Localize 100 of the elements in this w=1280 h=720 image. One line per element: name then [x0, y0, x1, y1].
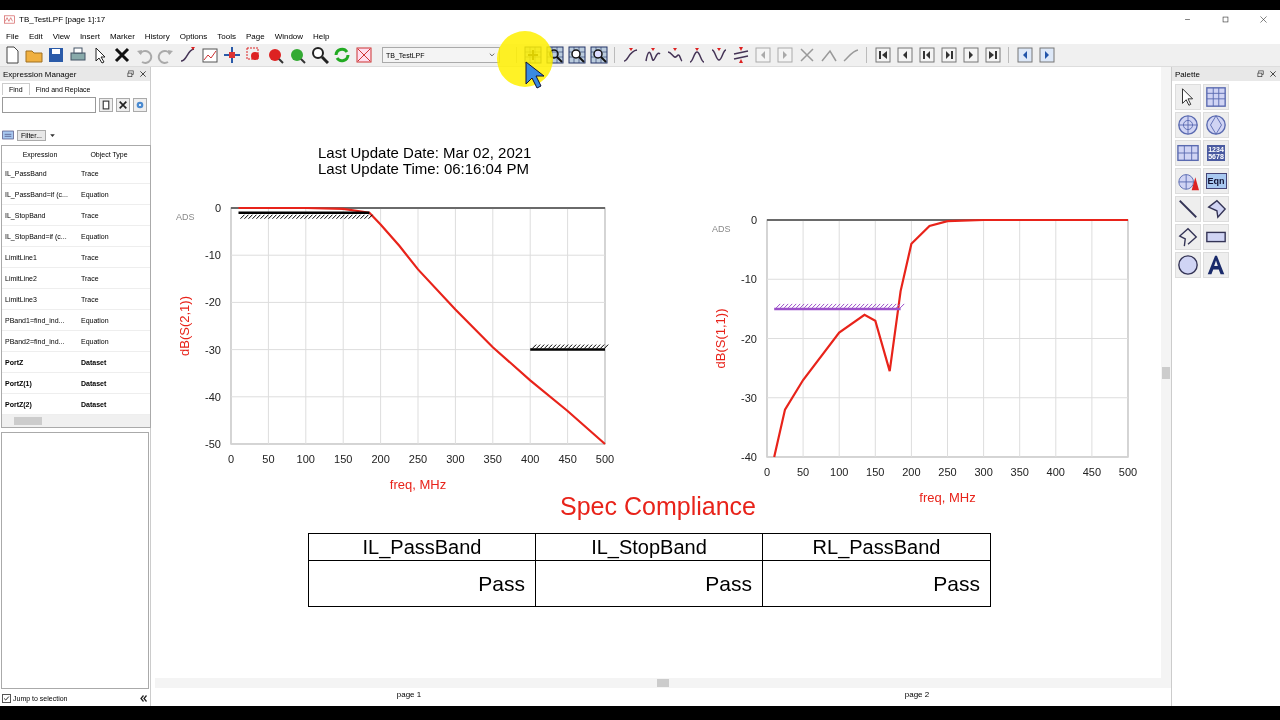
palette-item[interactable]	[1175, 224, 1201, 250]
corner-label: ADS	[712, 224, 731, 234]
close-button[interactable]	[1269, 70, 1277, 78]
menu-item[interactable]: Edit	[24, 31, 49, 41]
step-forward-button[interactable]	[939, 45, 958, 65]
clear-button[interactable]	[116, 98, 130, 112]
plot-marker-button[interactable]	[200, 45, 219, 65]
page-tab[interactable]: page 2	[904, 690, 930, 699]
close-button[interactable]	[139, 70, 147, 78]
tick-label: 0	[763, 466, 771, 478]
cancel-box-icon	[354, 46, 373, 64]
close-icon	[139, 70, 147, 78]
page-tab[interactable]: page 1	[396, 690, 422, 699]
tick-label: 150	[866, 466, 885, 478]
menu-item[interactable]: Insert	[75, 31, 106, 41]
checkmark-icon	[3, 695, 10, 702]
menu-item[interactable]: Page	[241, 31, 271, 41]
checkbox[interactable]	[2, 694, 11, 703]
tick-label: 50	[262, 453, 275, 465]
trace-x-icon	[797, 46, 816, 64]
table-header-cell: IL_StopBand	[536, 534, 763, 561]
menu-item[interactable]: History	[140, 31, 176, 41]
delete-icon	[112, 46, 131, 64]
app-logo-icon	[4, 13, 15, 25]
grid-zoom-search-button[interactable]	[589, 45, 608, 65]
axis-title: freq, MHz	[919, 490, 976, 505]
palette-item[interactable]: Eqn	[1203, 168, 1229, 194]
menu-item[interactable]: View	[48, 31, 76, 41]
equation-icon[interactable]	[2, 129, 14, 141]
spec-title: Spec Compliance	[560, 492, 756, 520]
smith-chart-icon	[1205, 114, 1227, 136]
peak-marker-icon	[621, 46, 640, 64]
palette-item[interactable]	[1175, 252, 1201, 278]
tick-label: 400	[1046, 466, 1065, 478]
menu-item[interactable]: Help	[309, 31, 336, 41]
save-button[interactable]	[46, 45, 65, 65]
min-marker-icon	[709, 46, 728, 64]
list-table-icon	[1177, 142, 1199, 164]
mouse-pointer-icon	[524, 60, 544, 90]
tick-label: 100	[296, 453, 315, 465]
search-button[interactable]	[310, 45, 329, 65]
menu-item[interactable]: Tools	[213, 31, 242, 41]
palette-item[interactable]	[1203, 196, 1229, 222]
float-button[interactable]	[127, 70, 135, 78]
wave-marker-icon	[643, 46, 662, 64]
document-icon	[101, 100, 111, 110]
delta-marker-button[interactable]	[731, 45, 750, 65]
collapse-button[interactable]	[139, 694, 148, 703]
plot-marker-icon	[200, 46, 219, 64]
table-cell: Pass	[309, 561, 536, 606]
tick-label: 0	[214, 202, 221, 214]
palette-item[interactable]	[1203, 224, 1229, 250]
axis-title: dB(S(1,1))	[713, 308, 728, 369]
cancel-box-button[interactable]	[354, 45, 373, 65]
menu-item[interactable]: Marker	[105, 31, 141, 41]
float-icon	[127, 70, 135, 78]
tick-label: -10	[205, 249, 221, 262]
palette-item[interactable]	[1175, 84, 1201, 110]
polygon-icon	[1205, 198, 1227, 220]
zoom-out-icon	[288, 46, 307, 64]
delete-button[interactable]	[112, 45, 131, 65]
menu-item[interactable]: Options	[175, 31, 214, 41]
delta-marker-icon	[731, 46, 750, 64]
valley-marker-icon	[665, 46, 684, 64]
vertical-scrollbar[interactable]	[1161, 67, 1171, 678]
horizontal-scrollbar[interactable]	[2, 415, 150, 427]
grid-zoom-out-button[interactable]	[567, 45, 586, 65]
next-button[interactable]	[961, 45, 980, 65]
palette-item[interactable]	[1175, 196, 1201, 222]
refresh-icon	[332, 46, 351, 64]
dropdown-arrow-icon[interactable]	[49, 131, 56, 139]
curve-marker-button[interactable]	[178, 45, 197, 65]
tick-label: 350	[483, 453, 502, 465]
last-button[interactable]	[983, 45, 1002, 65]
float-button[interactable]	[1257, 70, 1265, 78]
first-button[interactable]	[873, 45, 892, 65]
zoom-in-icon	[266, 46, 285, 64]
horizontal-scrollbar[interactable]	[155, 678, 1171, 688]
tick-label: -10	[741, 273, 757, 286]
tick-label: -30	[741, 391, 757, 404]
table-cell: Pass	[536, 561, 763, 606]
table-header-cell: IL_PassBand	[309, 534, 536, 561]
tick-label: 0	[227, 453, 235, 465]
palette-item[interactable]	[1203, 252, 1229, 278]
peak-marker-button[interactable]	[621, 45, 640, 65]
tick-label: 250	[938, 466, 957, 478]
previous-button[interactable]	[895, 45, 914, 65]
trace-down-icon	[841, 46, 860, 64]
max-marker-button[interactable]	[687, 45, 706, 65]
move-button[interactable]	[222, 45, 241, 65]
search-field[interactable]	[2, 97, 96, 113]
menu-item[interactable]: File	[2, 31, 25, 41]
menu-item[interactable]: Window	[270, 31, 310, 41]
find-button[interactable]	[99, 98, 113, 112]
grid-zoom-out-icon	[567, 46, 586, 64]
step-back-button[interactable]	[917, 45, 936, 65]
panel-title: Expression Manager	[3, 69, 77, 79]
back-button[interactable]	[1015, 45, 1034, 65]
grid-zoom-search-icon	[589, 46, 608, 64]
forward-button[interactable]	[1037, 45, 1056, 65]
